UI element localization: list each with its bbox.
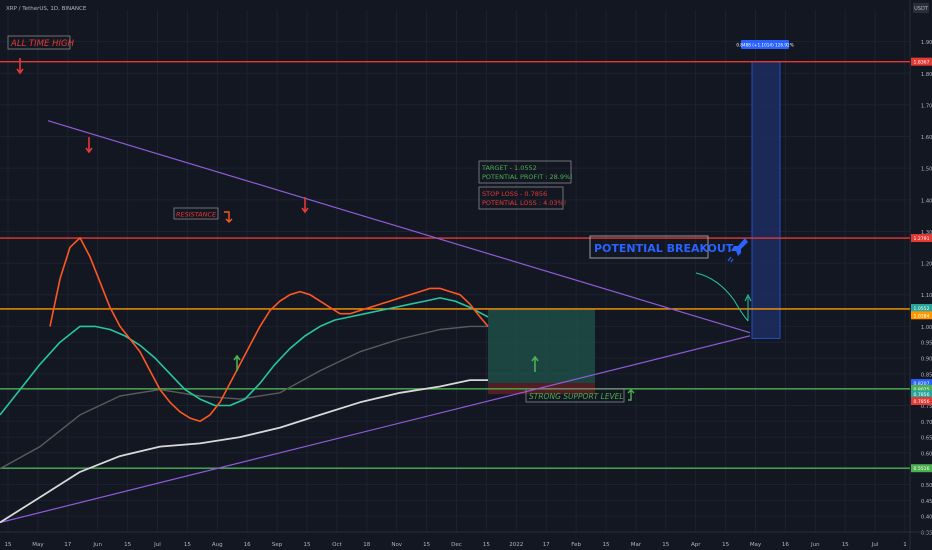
x-tick-label: May [32,542,44,548]
x-tick-label: 2022 [509,542,523,548]
x-tick-label: Apr [691,542,701,548]
y-tick-label: 0.4000 [921,515,932,521]
x-tick-label: 18 [363,542,370,548]
breakout-projection-zone [751,61,781,339]
y-tick-label: 1.1000 [921,293,932,299]
x-tick-label: 15 [423,542,430,548]
breakout-measure-label: 0.8488 (+1.1014) 126.92% [736,43,793,48]
price-axis-marker-label: 1.2791 [913,236,929,242]
x-tick-label: 15 [124,542,131,548]
y-tick-label: 0.5000 [921,483,932,489]
y-tick-label: 0.6000 [921,451,932,457]
x-tick-label: 15 [304,542,311,548]
x-tick-label: Feb [571,542,581,548]
price-axis-marker-label: 0.7856 [913,399,929,405]
x-tick-label: 16 [782,542,789,548]
y-tick-label: 0.9500 [921,341,932,347]
target-profit-label: POTENTIAL PROFIT : 28.9%! [482,173,573,181]
chart-root: 1.90001.80001.70001.60001.50001.40001.30… [0,0,932,550]
currency-label: USDT [914,6,929,12]
y-tick-label: 1.9000 [921,40,932,46]
price-axis-marker-label: 1.8367 [913,60,929,66]
x-tick-label: Dec [451,542,462,548]
chart-canvas[interactable]: 1.90001.80001.70001.60001.50001.40001.30… [0,0,932,550]
x-tick-label: Aug [212,542,223,548]
x-tick-label: 17 [64,542,71,548]
symbol-header: XRP / TetherUS, 1D, BINANCE [6,6,87,12]
y-tick-label: 1.8000 [921,72,932,78]
x-tick-label: 15 [5,542,12,548]
x-tick-label: 15 [483,542,490,548]
y-tick-label: 0.8500 [921,372,932,378]
stop-loss-label: POTENTIAL LOSS : 4.03%! [482,199,566,207]
target-label: TARGET - 1.0552 [481,164,537,172]
y-tick-label: 0.3500 [921,531,932,537]
stop-label: STOP LOSS - 0.7856 [482,190,547,198]
x-tick-label: Mar [631,542,642,548]
price-axis-marker-label: 0.5516 [913,466,929,472]
y-tick-label: 0.6500 [921,436,932,442]
chart-background [0,0,932,550]
x-tick-label: Jul [871,542,879,548]
x-tick-label: Jul [153,542,161,548]
y-tick-label: 1.0000 [921,325,932,331]
x-tick-label: 15 [603,542,610,548]
y-tick-label: 1.5000 [921,167,932,173]
ath-label: ALL TIME HIGH [10,39,75,49]
y-tick-label: 0.7000 [921,420,932,426]
y-tick-label: 1.2000 [921,262,932,268]
x-tick-label: 15 [184,542,191,548]
x-tick-label: May [750,542,762,548]
price-axis-marker-label: 1.0384 [913,313,929,319]
x-tick-label: 17 [543,542,550,548]
resistance-label: RESISTANCE [176,211,217,219]
x-tick-label: 15 [722,542,729,548]
y-tick-label: 1.4000 [921,198,932,204]
x-tick-label: 15 [662,542,669,548]
x-tick-label: 16 [244,542,251,548]
breakout-label: POTENTIAL BREAKOUT [594,242,734,255]
support-label: STRONG SUPPORT LEVEL [529,392,624,401]
y-tick-label: 1.6000 [921,135,932,141]
x-tick-label: Jun [810,542,820,548]
price-axis-marker-label: 1.0552 [913,306,929,312]
x-tick-label: Sep [272,542,283,548]
x-tick-label: 15 [842,542,849,548]
y-tick-label: 1.7000 [921,103,932,109]
y-tick-label: 0.9000 [921,357,932,363]
target-zone [488,308,595,384]
x-tick-label: Jun [92,542,102,548]
x-tick-label: Nov [391,542,402,548]
x-tick-label: Oct [332,542,342,548]
y-tick-label: 0.4500 [921,499,932,505]
x-tick-label: 1 [903,542,907,548]
